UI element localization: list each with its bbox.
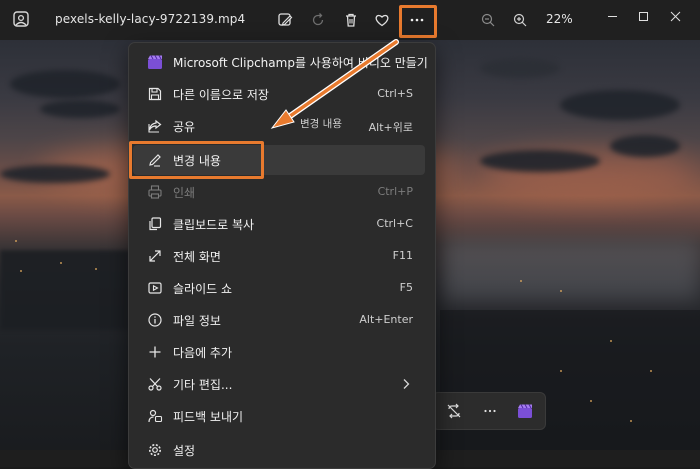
menu-item-save-as[interactable]: 다른 이름으로 저장 Ctrl+S: [133, 79, 425, 109]
menu-item-label: Microsoft Clipchamp를 사용하여 비디오 만들기: [173, 56, 428, 70]
city-light: [590, 400, 592, 402]
menu-item-print[interactable]: 인쇄 Ctrl+P: [133, 177, 425, 207]
mini-more-button[interactable]: [481, 402, 499, 420]
cloud: [480, 150, 600, 172]
more-options-menu: Microsoft Clipchamp를 사용하여 비디오 만들기 다른 이름으…: [128, 42, 436, 469]
title-bar: pexels-kelly-lacy-9722139.mp4 22%: [0, 0, 700, 40]
changes-item-highlight: [129, 141, 264, 179]
menu-item-label: 전체 화면: [173, 250, 221, 264]
menu-item-label: 공유: [173, 120, 196, 134]
city-light: [20, 270, 22, 272]
menu-item-label: 기타 편집...: [173, 378, 233, 392]
chevron-right-icon: [403, 379, 410, 389]
menu-item-label: 설정: [173, 444, 196, 458]
fog-bank: [440, 240, 700, 300]
city-light: [560, 290, 562, 292]
zoom-level: 22%: [546, 12, 573, 26]
zoom-in-icon: [513, 13, 527, 27]
favorite-button[interactable]: [370, 8, 394, 32]
menu-item-settings[interactable]: 설정: [133, 435, 425, 465]
minimize-button[interactable]: [597, 6, 627, 26]
menu-item-add-to[interactable]: 다음에 추가: [133, 337, 425, 367]
zoom-in-button[interactable]: [508, 8, 532, 32]
menu-item-label: 클립보드로 복사: [173, 218, 255, 232]
cloud: [0, 165, 110, 183]
clipchamp-button[interactable]: [516, 402, 534, 420]
menu-item-other-edits[interactable]: 기타 편집...: [133, 369, 425, 399]
menu-item-label: 인쇄: [173, 186, 196, 200]
city-light: [630, 420, 632, 422]
more-button-highlight: [399, 5, 437, 38]
menu-item-label: 파일 정보: [173, 314, 221, 328]
fullscreen-icon: [147, 248, 163, 264]
city-light: [60, 262, 62, 264]
maximize-button[interactable]: [628, 6, 658, 26]
menu-item-shortcut: Ctrl+C: [376, 217, 413, 230]
city-light: [520, 280, 522, 282]
photos-app-icon: [12, 10, 30, 28]
city-light: [15, 240, 17, 242]
city-light: [560, 370, 562, 372]
city-light: [610, 340, 612, 342]
cloud: [10, 70, 120, 98]
menu-item-copy-clipboard[interactable]: 클립보드로 복사 Ctrl+C: [133, 209, 425, 239]
rotate-button[interactable]: [306, 8, 330, 32]
menu-item-slideshow[interactable]: 슬라이드 쇼 F5: [133, 273, 425, 303]
menu-item-share[interactable]: 공유 Alt+위로: [133, 111, 425, 141]
file-name: pexels-kelly-lacy-9722139.mp4: [55, 12, 246, 26]
minimize-icon: [607, 15, 617, 17]
menu-item-shortcut: Alt+Enter: [359, 313, 413, 326]
scissors-icon: [147, 376, 163, 392]
feedback-icon: [147, 408, 163, 424]
gear-icon: [147, 442, 163, 458]
cloud: [40, 100, 120, 118]
menu-item-shortcut: Alt+위로: [368, 121, 413, 134]
city-light: [95, 268, 97, 270]
menu-item-shortcut: Ctrl+S: [377, 87, 413, 100]
menu-item-shortcut: F11: [392, 249, 413, 262]
zoom-out-icon: [481, 13, 495, 27]
menu-item-file-info[interactable]: 파일 정보 Alt+Enter: [133, 305, 425, 335]
loop-off-button[interactable]: [445, 402, 463, 420]
close-icon: [670, 11, 680, 21]
close-button[interactable]: [660, 6, 690, 26]
menu-item-shortcut: F5: [399, 281, 413, 294]
copy-icon: [147, 216, 163, 232]
clipchamp-icon: [147, 54, 163, 70]
save-icon: [147, 86, 163, 102]
edit-image-icon: [278, 13, 293, 26]
menu-item-feedback[interactable]: 피드백 보내기: [133, 401, 425, 431]
menu-item-fullscreen[interactable]: 전체 화면 F11: [133, 241, 425, 271]
menu-item-shortcut: Ctrl+P: [377, 185, 413, 198]
tooltip-label: 변경 내용: [300, 118, 342, 130]
maximize-icon: [638, 11, 648, 21]
menu-item-label: 피드백 보내기: [173, 410, 244, 424]
video-mini-toolbar: [432, 392, 546, 430]
heart-icon: [375, 14, 389, 27]
cloud: [560, 90, 680, 120]
clipchamp-icon: [518, 404, 532, 418]
delete-button[interactable]: [339, 8, 363, 32]
loop-off-icon: [447, 403, 461, 419]
menu-item-label: 다음에 추가: [173, 346, 233, 360]
city-light: [650, 370, 652, 372]
plus-icon: [147, 344, 163, 360]
zoom-out-button[interactable]: [476, 8, 500, 32]
menu-item-label: 다른 이름으로 저장: [173, 88, 269, 102]
hillside: [0, 250, 130, 330]
share-icon: [147, 118, 163, 134]
menu-item-label: 슬라이드 쇼: [173, 282, 233, 296]
slideshow-icon: [147, 280, 163, 296]
cloud: [610, 135, 680, 157]
rotate-icon: [312, 13, 324, 26]
trash-icon: [346, 13, 356, 27]
menu-item-clipchamp[interactable]: Microsoft Clipchamp를 사용하여 비디오 만들기: [133, 47, 428, 77]
printer-icon: [147, 184, 163, 200]
more-icon: [484, 409, 496, 413]
cloud: [480, 58, 560, 78]
info-icon: [147, 312, 163, 328]
edit-image-button[interactable]: [273, 8, 297, 32]
